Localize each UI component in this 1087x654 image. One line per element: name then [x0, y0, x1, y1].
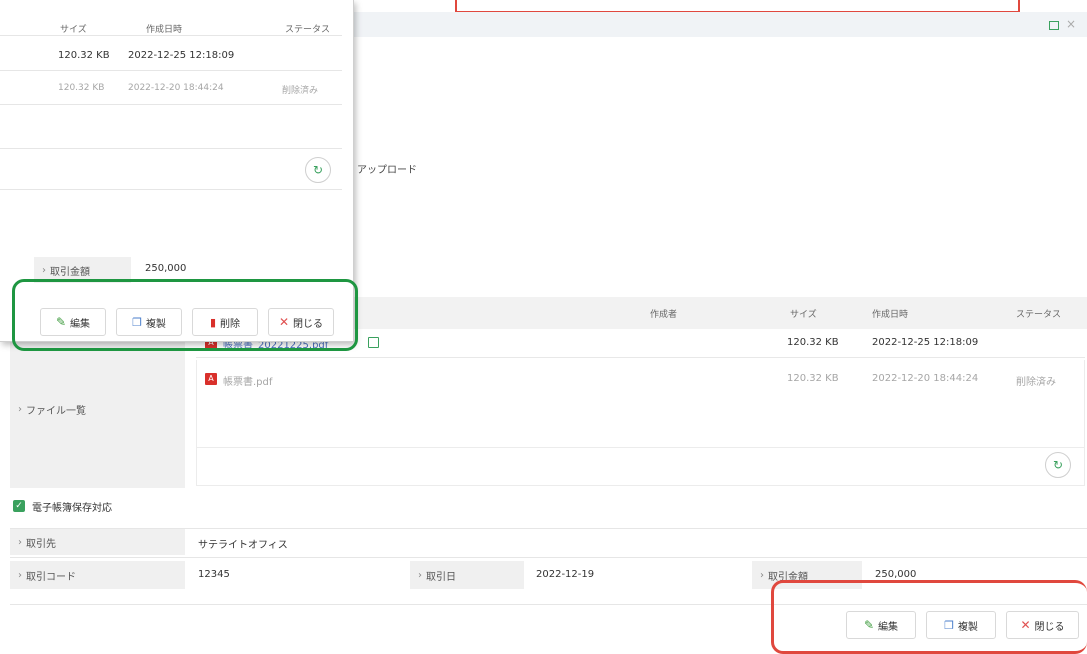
e-book-checkbox-label: 電子帳簿保存対応 — [32, 503, 112, 514]
bottom-red-highlight — [771, 580, 1087, 654]
popup-file-size: 120.32 KB — [58, 50, 110, 61]
divider — [0, 35, 342, 36]
refresh-icon[interactable]: ↻ — [1045, 452, 1071, 478]
popup-list-footer — [0, 148, 342, 190]
popup-amount-label-text: 取引金額 — [50, 266, 90, 278]
code-label: 取引コード — [10, 561, 185, 589]
code-value: 12345 — [198, 569, 230, 580]
file-name: 帳票書.pdf — [223, 377, 273, 388]
divider — [10, 557, 1087, 558]
divider — [0, 104, 342, 105]
file-list-footer — [196, 448, 1085, 486]
popup-header-created: 作成日時 — [146, 25, 183, 35]
header-author: 作成者 — [650, 310, 678, 320]
code-label-text: 取引コード — [26, 571, 76, 583]
partner-label-text: 取引先 — [26, 538, 56, 550]
popup-file-status: 削除済み — [282, 86, 319, 96]
file-list-label: ファイル一覧 — [10, 330, 185, 488]
file-created: 2022-12-25 12:18:09 — [872, 337, 979, 348]
partner-label: 取引先 — [10, 529, 185, 555]
partner-value: サテライトオフィス — [198, 540, 288, 551]
file-status: 削除済み — [1016, 377, 1056, 388]
file-size: 120.32 KB — [787, 373, 839, 384]
popup-header-status: ステータス — [285, 25, 331, 35]
header-created: 作成日時 — [872, 310, 909, 320]
divider — [0, 70, 342, 71]
popup-file-created: 2022-12-20 18:44:24 — [128, 83, 224, 93]
file-created: 2022-12-20 18:44:24 — [872, 373, 979, 384]
preview-icon[interactable] — [368, 337, 379, 348]
popup-green-highlight — [12, 279, 358, 351]
e-book-checkbox[interactable]: ✓ — [13, 500, 25, 512]
close-icon[interactable]: × — [1066, 17, 1076, 31]
popup-header-size: サイズ — [60, 25, 87, 35]
popup-amount-value: 250,000 — [145, 263, 187, 274]
popup-file-created: 2022-12-25 12:18:09 — [128, 50, 235, 61]
header-status: ステータス — [1016, 310, 1062, 320]
date-label-text: 取引日 — [426, 571, 456, 583]
file-size: 120.32 KB — [787, 337, 839, 348]
maximize-icon[interactable] — [1049, 21, 1059, 30]
date-value: 2022-12-19 — [536, 569, 595, 580]
popup-file-size: 120.32 KB — [58, 83, 105, 93]
file-list-label-text: ファイル一覧 — [26, 405, 86, 417]
date-label: 取引日 — [410, 561, 524, 589]
refresh-icon[interactable]: ↻ — [305, 157, 331, 183]
header-size: サイズ — [790, 310, 817, 320]
amount-value: 250,000 — [875, 569, 917, 580]
upload-label[interactable]: アップロード — [357, 161, 417, 176]
pdf-icon: A — [205, 373, 217, 385]
